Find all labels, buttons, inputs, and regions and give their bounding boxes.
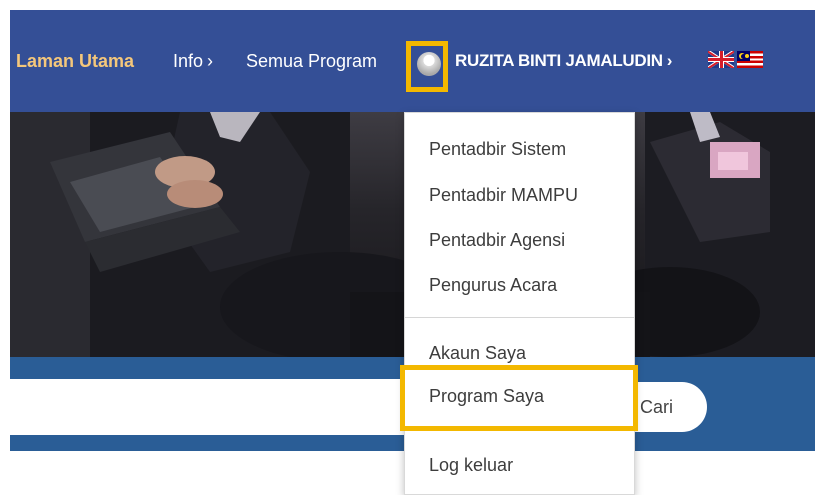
menu-item-mampu-admin[interactable]: Pentadbir MAMPU <box>429 183 578 207</box>
highlight-box-avatar <box>406 41 448 92</box>
menu-divider <box>405 317 634 318</box>
malaysia-flag-icon[interactable] <box>737 51 763 68</box>
chevron-right-icon: › <box>666 51 673 70</box>
menu-item-agency-admin[interactable]: Pentadbir Agensi <box>429 228 565 252</box>
user-dropdown-menu: Pentadbir Sistem Pentadbir MAMPU Pentadb… <box>404 112 635 495</box>
user-name-label: RUZITA BINTI JAMALUDIN <box>455 51 663 70</box>
menu-item-event-manager[interactable]: Pengurus Acara <box>429 273 557 297</box>
uk-flag-icon[interactable] <box>708 51 734 68</box>
nav-all-programs-link[interactable]: Semua Program <box>246 49 377 73</box>
nav-home-link[interactable]: Laman Utama <box>16 49 134 73</box>
highlight-box-my-programs <box>400 365 638 431</box>
chevron-right-icon: › <box>207 51 214 71</box>
nav-info-menu[interactable]: Info › <box>173 49 213 73</box>
menu-item-my-account[interactable]: Akaun Saya <box>429 341 526 365</box>
menu-item-system-admin[interactable]: Pentadbir Sistem <box>429 137 566 161</box>
menu-item-logout[interactable]: Log keluar <box>429 453 513 477</box>
nav-info-label: Info <box>173 51 204 71</box>
nav-user-menu[interactable]: RUZITA BINTI JAMALUDIN › <box>455 49 672 73</box>
